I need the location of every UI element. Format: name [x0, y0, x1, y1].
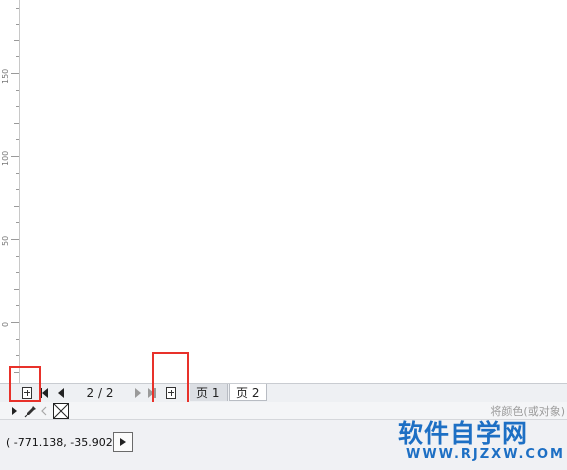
ruler-label: 0 [1, 321, 10, 327]
scroll-palette-left-button[interactable] [40, 403, 48, 419]
ruler-tick [16, 256, 19, 257]
ruler-tick [11, 73, 19, 74]
ruler-tick [16, 305, 19, 306]
watermark-title: 软件自学网 [398, 419, 529, 448]
ruler-label: 100 [1, 150, 10, 166]
ruler-label: 150 [1, 68, 10, 84]
ruler-label: 50 [1, 235, 10, 246]
highlight-box [152, 352, 189, 406]
page-counter: 2 / 2 [86, 386, 114, 400]
ruler-tick [11, 322, 19, 323]
expand-icon [11, 407, 17, 415]
ruler-tick [16, 24, 19, 25]
color-bar: 将颜色(或对象) [0, 402, 567, 420]
tab-page-2[interactable]: 页 2 [229, 384, 267, 401]
no-color-icon [53, 402, 69, 419]
first-page-arrow-icon [42, 388, 48, 398]
ruler-tick [16, 339, 19, 340]
no-color-swatch[interactable] [52, 402, 70, 419]
ruler-tick [16, 139, 19, 140]
ruler-tick [16, 56, 19, 57]
play-icon [120, 438, 126, 446]
ruler-tick [14, 289, 19, 290]
ruler-tick [16, 355, 19, 356]
ruler-tick [16, 106, 19, 107]
previous-page-button[interactable] [55, 385, 67, 401]
ruler-tick [11, 156, 19, 157]
status-expand-button[interactable] [113, 432, 133, 452]
ruler-tick [16, 222, 19, 223]
tab-label: 页 2 [236, 385, 260, 400]
watermark-url: WWW.RJZXW.COM [406, 447, 565, 462]
previous-page-icon [58, 388, 64, 398]
next-page-icon [135, 388, 141, 398]
cursor-coordinates: ( -771.138, -35.902 ) [6, 436, 121, 449]
page-navigator: 2 / 2 页 1 页 2 [0, 383, 567, 403]
eyedropper-icon [24, 405, 36, 417]
ruler-tick [16, 90, 19, 91]
vertical-ruler[interactable]: 150 100 50 0 [0, 0, 20, 383]
ruler-tick [14, 206, 19, 207]
watermark: 软件自学网 WWW.RJZXW.COM [398, 419, 566, 462]
expand-palette-button[interactable] [9, 403, 19, 419]
tab-label: 页 1 [196, 386, 220, 400]
ruler-tick [14, 40, 19, 41]
ruler-tick [16, 173, 19, 174]
drawing-canvas[interactable] [20, 0, 567, 383]
eyedropper-button[interactable] [22, 403, 38, 419]
ruler-tick [16, 8, 19, 9]
highlight-box [9, 366, 41, 402]
ruler-tick [11, 239, 19, 240]
ruler-tick [14, 123, 19, 124]
color-drop-hint: 将颜色(或对象) [490, 405, 565, 418]
chevron-left-icon [41, 406, 47, 416]
ruler-tick [16, 189, 19, 190]
tab-page-1[interactable]: 页 1 [190, 384, 228, 401]
ruler-tick [16, 272, 19, 273]
next-page-button[interactable] [133, 385, 143, 401]
